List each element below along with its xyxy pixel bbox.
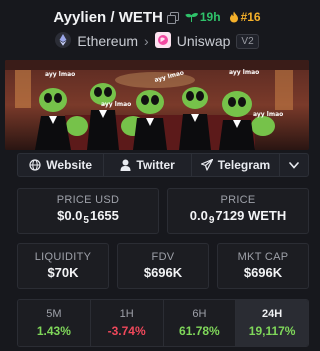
twitter-label: Twitter	[136, 158, 175, 172]
social-links-bar: Website Twitter Telegram	[17, 153, 309, 177]
price-native-card: PRICE 0.097129 WETH	[167, 188, 309, 234]
chain-link[interactable]: Ethereum	[77, 33, 138, 49]
market-cap-label: MKT CAP	[237, 251, 289, 263]
dex-version-badge: V2	[236, 33, 259, 49]
globe-icon	[29, 159, 41, 171]
price-change-timeframes: 5M 1.43% 1H -3.74% 6H 61.78% 24H 19,117%	[17, 299, 309, 347]
title-row: Ayylien / WETH 19h #16	[0, 6, 314, 28]
ethereum-icon	[55, 31, 72, 51]
pair-title: Ayylien / WETH	[53, 8, 163, 26]
market-cap-value: $696K	[243, 265, 283, 280]
website-button[interactable]: Website	[18, 154, 105, 176]
website-label: Website	[46, 158, 93, 172]
token-banner-image: ayy lmao ayy lmao ayy lmao ayy lmao ayy …	[5, 60, 309, 150]
fdv-label: FDV	[151, 251, 175, 263]
timeframe-change: 1.43%	[36, 324, 71, 338]
price-usd-card: PRICE USD $0.051655	[17, 188, 159, 234]
svg-text:ayy lmao: ayy lmao	[253, 111, 283, 118]
uniswap-icon	[154, 31, 171, 51]
timeframe-label: 6H	[192, 308, 207, 320]
timeframe-tab-1h[interactable]: 1H -3.74%	[90, 300, 164, 346]
chevron-right-icon: ›	[144, 33, 149, 49]
telegram-label: Telegram	[217, 158, 271, 172]
pair-header: Ayylien / WETH 19h #16 Ethereum › Uniswa…	[0, 0, 314, 58]
timeframe-label: 1H	[119, 308, 134, 320]
timeframe-label: 24H	[262, 308, 283, 320]
liquidity-card: LIQUIDITY $70K	[17, 243, 109, 289]
trending-badge[interactable]: 19h	[185, 10, 221, 24]
more-links-button[interactable]	[280, 154, 308, 176]
timeframe-tab-5m[interactable]: 5M 1.43%	[18, 300, 91, 346]
dex-link[interactable]: Uniswap	[177, 33, 231, 49]
telegram-button[interactable]: Telegram	[192, 154, 281, 176]
timeframe-tab-6h[interactable]: 6H 61.78%	[163, 300, 237, 346]
svg-text:ayy lmao: ayy lmao	[101, 101, 131, 108]
fdv-card: FDV $696K	[117, 243, 209, 289]
market-cap-card: MKT CAP $696K	[217, 243, 309, 289]
twitter-button[interactable]: Twitter	[104, 154, 192, 176]
liquidity-value: $70K	[47, 265, 79, 280]
copy-icon[interactable]	[166, 11, 179, 24]
svg-text:ayy lmao: ayy lmao	[45, 71, 75, 78]
trending-time: 19h	[199, 10, 221, 24]
rank-value: #16	[240, 10, 261, 24]
timeframe-change: 61.78%	[179, 324, 220, 338]
price-usd-value: $0.051655	[57, 207, 119, 226]
timeframe-change: -3.74%	[107, 324, 146, 338]
price-native-value: 0.097129 WETH	[189, 207, 287, 226]
chevron-down-icon	[289, 161, 299, 169]
rank-badge[interactable]: #16	[229, 10, 261, 24]
liquidity-label: LIQUIDITY	[34, 251, 92, 263]
svg-text:ayy lmao: ayy lmao	[229, 69, 259, 76]
price-label: PRICE	[220, 193, 256, 206]
fire-icon	[229, 11, 238, 23]
send-icon	[200, 159, 213, 171]
user-icon	[120, 159, 131, 171]
timeframe-change: 19,117%	[248, 324, 296, 338]
price-usd-label: PRICE USD	[56, 193, 120, 206]
chain-row: Ethereum › Uniswap V2	[0, 31, 314, 51]
timeframe-label: 5M	[46, 308, 62, 320]
timeframe-tab-24h[interactable]: 24H 19,117%	[236, 300, 308, 346]
trending-icon	[185, 13, 198, 22]
fdv-value: $696K	[143, 265, 183, 280]
